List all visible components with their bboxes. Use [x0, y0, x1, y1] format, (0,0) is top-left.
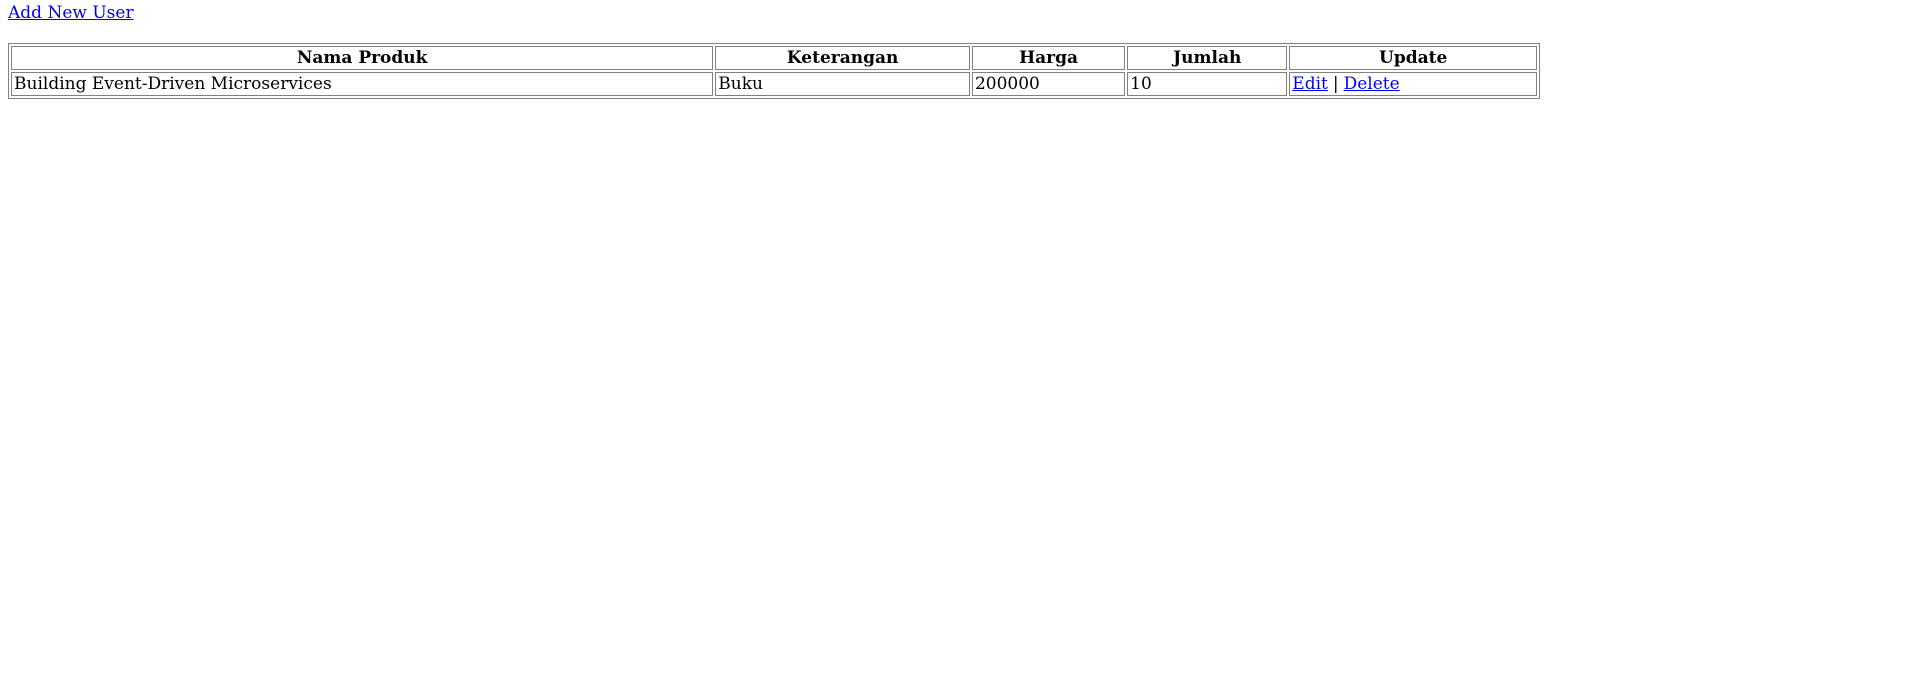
- header-row: Nama Produk Keterangan Harga Jumlah Upda…: [11, 46, 1537, 70]
- products-table: Nama Produk Keterangan Harga Jumlah Upda…: [8, 43, 1540, 99]
- cell-update: Edit | Delete: [1289, 72, 1537, 96]
- cell-keterangan: Buku: [715, 72, 970, 96]
- cell-jumlah: 10: [1127, 72, 1288, 96]
- table-body: Building Event-Driven Microservices Buku…: [11, 72, 1537, 96]
- header-nama-produk: Nama Produk: [11, 46, 714, 70]
- header-keterangan: Keterangan: [715, 46, 970, 70]
- edit-link[interactable]: Edit: [1292, 74, 1328, 94]
- table-header: Nama Produk Keterangan Harga Jumlah Upda…: [11, 46, 1537, 70]
- cell-harga: 200000: [971, 72, 1126, 96]
- add-new-user-link[interactable]: Add New User: [8, 2, 134, 24]
- table-row: Building Event-Driven Microservices Buku…: [11, 72, 1537, 96]
- header-update: Update: [1289, 46, 1537, 70]
- delete-link[interactable]: Delete: [1344, 74, 1400, 94]
- cell-nama-produk: Building Event-Driven Microservices: [11, 72, 714, 96]
- header-jumlah: Jumlah: [1127, 46, 1288, 70]
- page: Add New User Nama Produk Keterangan Harg…: [0, 0, 1910, 101]
- header-harga: Harga: [971, 46, 1126, 70]
- link-separator: |: [1332, 74, 1339, 94]
